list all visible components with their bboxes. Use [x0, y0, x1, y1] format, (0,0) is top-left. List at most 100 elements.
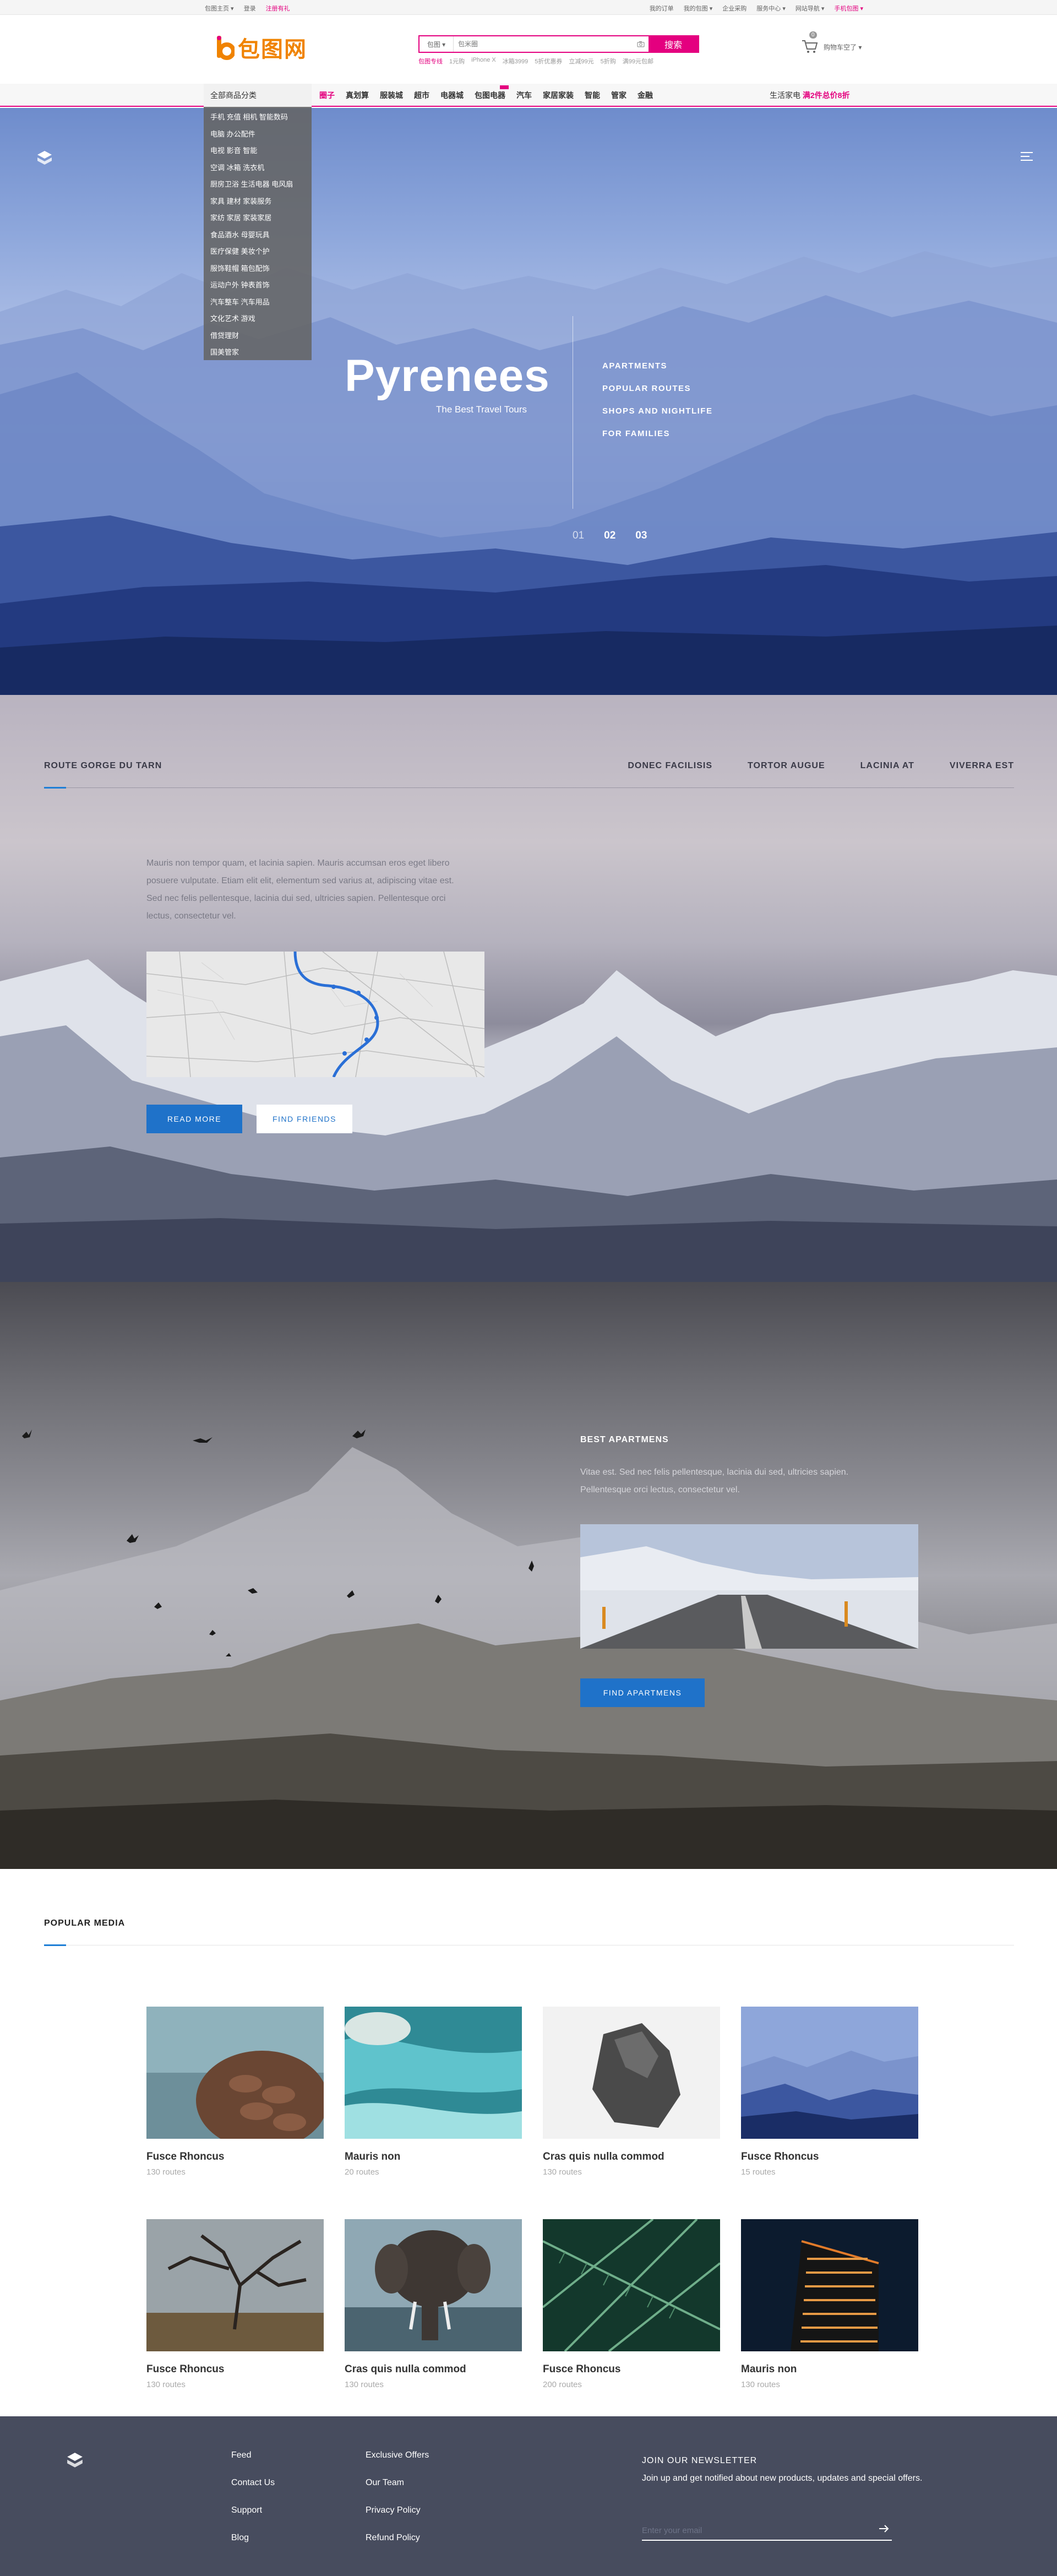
category-item[interactable]: 服饰鞋帽 箱包配饰 — [210, 260, 312, 278]
nav-item-supermarket[interactable]: 超市 — [414, 90, 429, 101]
hotword[interactable]: iPhone X — [471, 57, 496, 66]
topbar-sitemap-link[interactable]: 网站导航 ▾ — [796, 4, 825, 13]
hero-link-families[interactable]: FOR FAMILIES — [602, 429, 712, 438]
pager-item[interactable]: 03 — [635, 530, 647, 542]
hero-link-apartments[interactable]: APARTMENTS — [602, 361, 712, 371]
nav-item-home[interactable]: 家居家装 — [543, 90, 574, 101]
search-button[interactable]: 搜索 — [649, 36, 698, 52]
tab-lacinia-at[interactable]: LACINIA AT — [860, 761, 914, 771]
topbar-login-link[interactable]: 登录 — [244, 4, 256, 13]
category-item[interactable]: 国美管家 — [210, 344, 312, 361]
topbar-home-link[interactable]: 包图主页 ▾ — [205, 4, 234, 13]
logo-text: 包图网 — [238, 37, 307, 62]
cart-label: 购物车空了 ▾ — [824, 44, 862, 51]
footer-link-contact[interactable]: Contact Us — [231, 2478, 275, 2488]
category-item[interactable]: 文化艺术 游戏 — [210, 311, 312, 328]
hotword[interactable]: 立减99元 — [569, 57, 593, 66]
topbar-mobile-link[interactable]: 手机包图 ▾ — [834, 4, 863, 13]
hero-link-shops-nightlife[interactable]: SHOPS AND NIGHTLIFE — [602, 406, 712, 416]
category-item[interactable]: 家纺 家居 家装家居 — [210, 210, 312, 227]
nav-item-appliances[interactable]: 电器城 — [440, 90, 464, 101]
nav-item-butler[interactable]: 管家 — [611, 90, 626, 101]
newsletter-title: JOIN OUR NEWSLETTER — [642, 2456, 758, 2465]
popular-media-section: POPULAR MEDIA Fusce Rhoncus 130 routes M… — [0, 1869, 1057, 2416]
nav-item-finance[interactable]: 金融 — [638, 90, 653, 101]
nav-item-auto[interactable]: 汽车 — [516, 90, 532, 101]
hotword[interactable]: 冰箱3999 — [503, 57, 528, 66]
footer-link-support[interactable]: Support — [231, 2506, 275, 2515]
footer-link-offers[interactable]: Exclusive Offers — [366, 2450, 429, 2460]
hotword[interactable]: 1元购 — [449, 57, 465, 66]
newsletter-email-input[interactable] — [642, 2521, 892, 2541]
nav-item-smart[interactable]: 智能 — [585, 90, 600, 101]
footer-link-privacy[interactable]: Privacy Policy — [366, 2506, 429, 2515]
nav-item-circle[interactable]: 圈子 — [319, 90, 335, 101]
category-item[interactable]: 电视 影音 智能 — [210, 143, 312, 160]
media-card[interactable]: Fusce Rhoncus 130 routes — [146, 2007, 324, 2177]
category-item[interactable]: 食品酒水 母婴玩具 — [210, 227, 312, 244]
search-scope-select[interactable]: 包图 ▾ — [419, 36, 454, 52]
footer-link-blog[interactable]: Blog — [231, 2533, 275, 2543]
footer-link-feed[interactable]: Feed — [231, 2450, 275, 2460]
search-input[interactable] — [454, 36, 633, 52]
topbar-service-link[interactable]: 服务中心 ▾ — [756, 4, 786, 13]
category-item[interactable]: 厨房卫浴 生活电器 电风扇 — [210, 176, 312, 193]
media-card[interactable]: Mauris non 20 routes — [345, 2007, 522, 2177]
footer-link-refund[interactable]: Refund Policy — [366, 2533, 429, 2543]
promo-prefix: 生活家电 — [770, 91, 800, 100]
find-apartments-button[interactable]: FIND APARTMENS — [580, 1678, 705, 1707]
nav-item-deals[interactable]: 真划算 — [346, 90, 369, 101]
media-card[interactable]: Fusce Rhoncus 15 routes — [741, 2007, 918, 2177]
media-card[interactable]: Fusce Rhoncus 130 routes — [146, 2219, 324, 2389]
topbar-enterprise-link[interactable]: 企业采购 — [722, 4, 747, 13]
card-subtitle: 130 routes — [146, 2167, 186, 2177]
category-item[interactable]: 借贷理财 — [210, 328, 312, 345]
section-title: BEST APARTMENS — [580, 1435, 669, 1444]
tab-tortor-augue[interactable]: TORTOR AUGUE — [748, 761, 825, 771]
nav-item-baotu-electric[interactable]: 包图电器 — [475, 85, 509, 101]
topbar-my-account-link[interactable]: 我的包图 ▾ — [684, 4, 713, 13]
media-card[interactable]: Cras quis nulla commod 130 routes — [543, 2007, 720, 2177]
category-item[interactable]: 汽车整车 汽车用品 — [210, 294, 312, 311]
topbar-right: 我的订单 我的包图 ▾ 企业采购 服务中心 ▾ 网站导航 ▾ 手机包图 ▾ — [650, 4, 863, 13]
cart-button[interactable]: 0 购物车空了 ▾ — [802, 31, 862, 55]
category-item[interactable]: 家具 建材 家装服务 — [210, 193, 312, 210]
arrow-right-icon[interactable] — [879, 2524, 890, 2536]
hotword[interactable]: 5折优惠券 — [535, 57, 562, 66]
topbar-orders-link[interactable]: 我的订单 — [650, 4, 674, 13]
tab-donec-facilisis[interactable]: DONEC FACILISIS — [628, 761, 712, 771]
category-item[interactable]: 运动户外 钟表首饰 — [210, 277, 312, 294]
camera-icon[interactable] — [633, 36, 649, 52]
pager-item-current[interactable]: 02 — [604, 530, 615, 542]
footer-link-team[interactable]: Our Team — [366, 2478, 429, 2488]
nav-item-clothing[interactable]: 服装城 — [380, 90, 403, 101]
tab-viverra-est[interactable]: VIVERRA EST — [950, 761, 1014, 771]
nav-promo[interactable]: 生活家电 满2件总价8折 — [770, 84, 849, 107]
hotword[interactable]: 包图专线 — [418, 57, 443, 66]
card-title: Fusce Rhoncus — [146, 2363, 225, 2375]
site-logo[interactable]: 包图网 — [216, 31, 307, 63]
logo-b-icon — [216, 35, 236, 60]
category-item[interactable]: 空调 冰箱 洗衣机 — [210, 160, 312, 177]
media-card[interactable]: Mauris non 130 routes — [741, 2219, 918, 2389]
site-footer: Feed Contact Us Support Blog Exclusive O… — [0, 2416, 1057, 2576]
site-header: 包图网 包图 ▾ 搜索 包图专线 1元购 iPhone X 冰箱3999 5折优… — [0, 15, 1057, 84]
pager-item[interactable]: 01 — [573, 530, 584, 542]
search-bar: 包图 ▾ 搜索 — [418, 35, 699, 53]
footer-logo-icon[interactable] — [66, 2452, 84, 2472]
hotword[interactable]: 满99元包邮 — [623, 57, 653, 66]
find-friends-button[interactable]: FIND FRIENDS — [257, 1105, 352, 1133]
media-card[interactable]: Cras quis nulla commod 130 routes — [345, 2219, 522, 2389]
hero-link-popular-routes[interactable]: POPULAR ROUTES — [602, 384, 712, 393]
hot-search-words: 包图专线 1元购 iPhone X 冰箱3999 5折优惠券 立减99元 5折购… — [418, 57, 653, 66]
all-categories-button[interactable]: 全部商品分类 — [204, 84, 312, 107]
category-item[interactable]: 手机 充值 相机 智能数码 — [210, 109, 312, 126]
category-item[interactable]: 医疗保健 美妆个护 — [210, 243, 312, 260]
section-accent-bar — [44, 1944, 66, 1946]
media-card[interactable]: Fusce Rhoncus 200 routes — [543, 2219, 720, 2389]
route-map[interactable] — [146, 952, 484, 1077]
read-more-button[interactable]: READ MORE — [146, 1105, 242, 1133]
category-item[interactable]: 电脑 办公配件 — [210, 126, 312, 143]
hotword[interactable]: 5折购 — [601, 57, 616, 66]
topbar-register-link[interactable]: 注册有礼 — [266, 4, 290, 13]
